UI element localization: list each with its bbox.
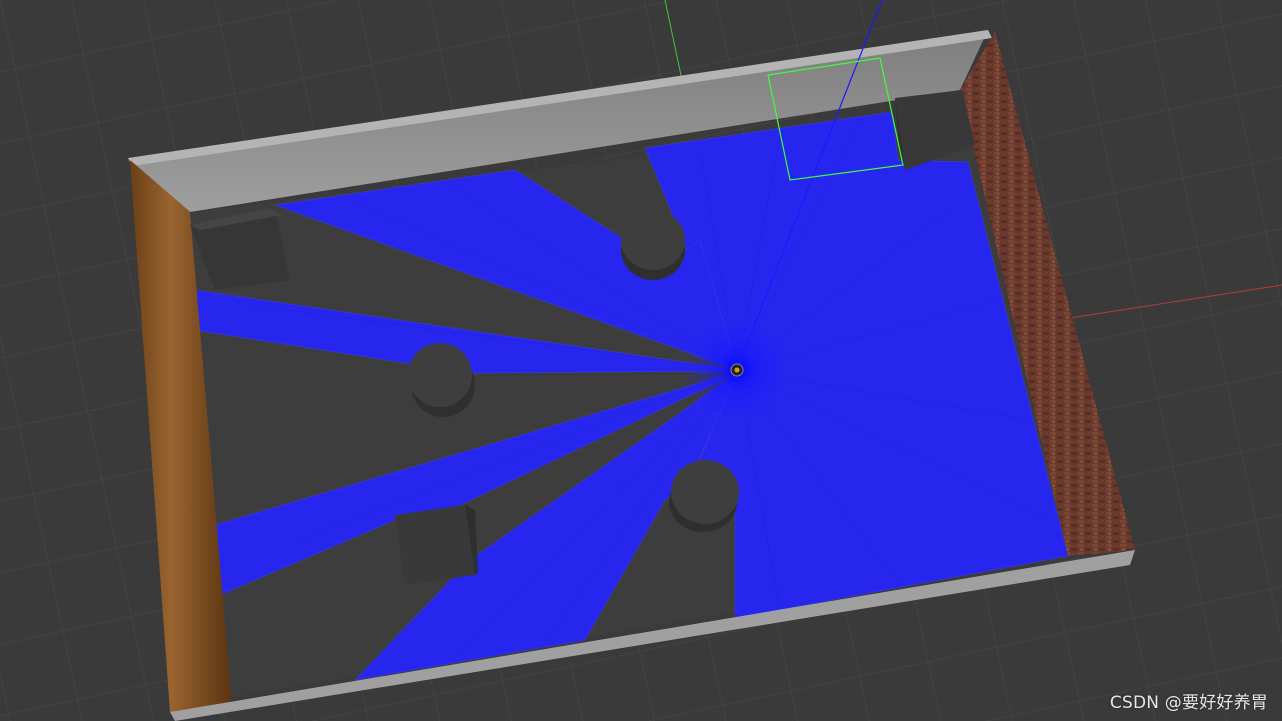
scene-canvas[interactable] [0,0,1282,721]
obstacle-cylinder-top [621,210,685,280]
gazebo-3d-viewport[interactable]: CSDN @要好好养胃 [0,0,1282,721]
obstacle-box-bottom [395,505,478,585]
watermark-text: CSDN @要好好养胃 [1109,693,1268,713]
robot-sensor-icon[interactable] [730,363,744,377]
